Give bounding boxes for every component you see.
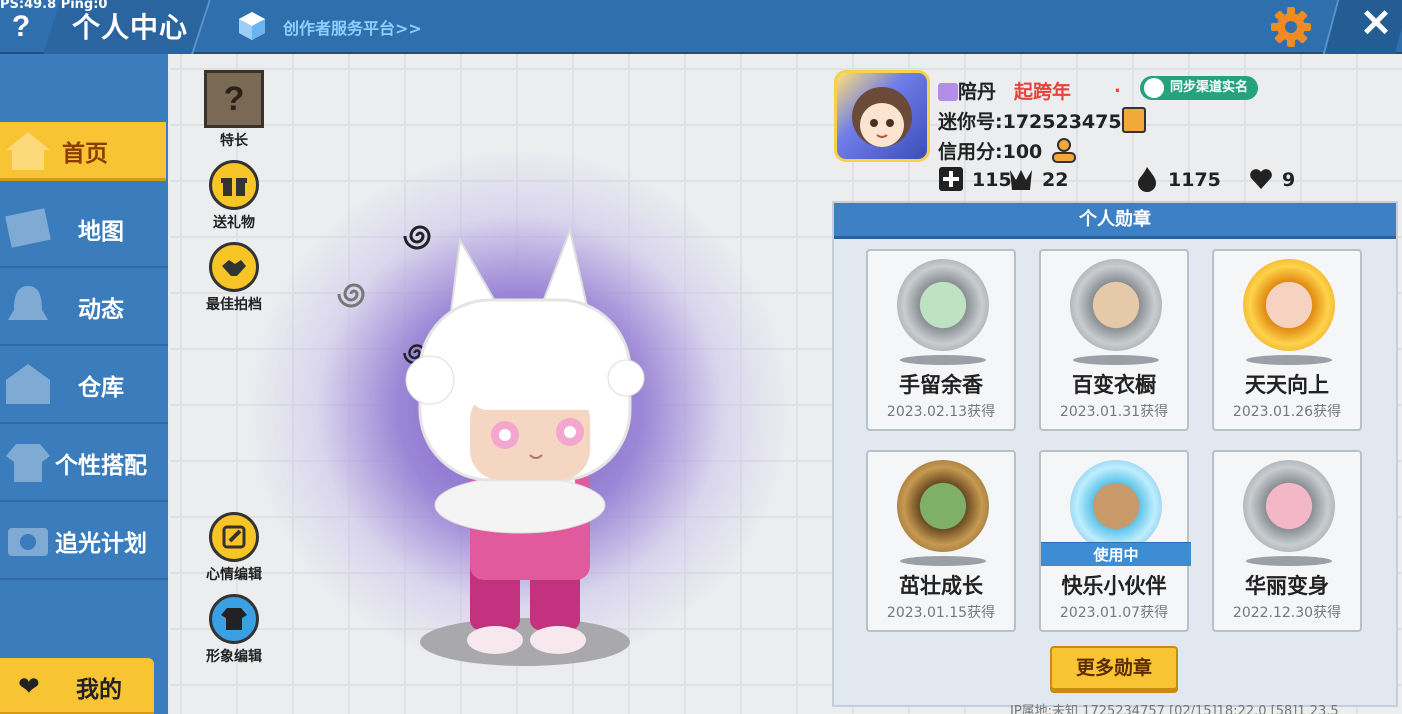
pencil-icon: [209, 512, 259, 562]
medal-date: 2022.12.30获得: [1232, 605, 1342, 621]
sidebar-item-label: 动态: [78, 297, 124, 323]
medal-stand: [900, 355, 986, 365]
name-dot: .: [1114, 76, 1121, 97]
heart-icon: ❤: [18, 672, 40, 702]
medal-icon: [1243, 460, 1335, 552]
sidebar-item-label: 仓库: [78, 375, 124, 401]
stat-plus: 115: [938, 166, 1012, 192]
vip-crown-icon: [938, 83, 958, 101]
page-title: 个人中心: [72, 11, 189, 44]
mini-id: 迷你号:1725234757: [938, 111, 1135, 133]
medal-date: 2023.01.31获得: [1059, 404, 1169, 420]
medal-stand: [1073, 355, 1159, 365]
talent-button[interactable]: ? 特长: [194, 70, 274, 150]
medal-icon: [1243, 259, 1335, 351]
sidebar-item-warehouse[interactable]: 仓库: [0, 346, 168, 424]
vip-tag: 起跨年: [1014, 81, 1072, 103]
image-edit-label: 形象编辑: [206, 649, 262, 665]
creator-platform-link[interactable]: 创作者服务平台>>: [283, 15, 422, 39]
sidebar-item-label: 个性搭配: [55, 453, 147, 479]
medal-stand: [1246, 355, 1332, 365]
mine-button[interactable]: ❤ 我的: [0, 658, 154, 714]
handshake-icon: [209, 242, 259, 292]
more-medals-button[interactable]: 更多勋章: [1050, 646, 1178, 690]
medal-name: 天天向上: [1245, 373, 1329, 397]
avatar[interactable]: [834, 70, 930, 162]
gift-button[interactable]: 送礼物: [194, 160, 274, 232]
mood-edit-label: 心情编辑: [206, 567, 262, 583]
gift-icon: [209, 160, 259, 210]
question-block-icon: ?: [204, 70, 264, 128]
medal-name: 华丽变身: [1245, 574, 1329, 598]
mood-edit-button[interactable]: 心情编辑: [194, 512, 274, 584]
swirl-icon: [337, 283, 365, 308]
medal-icon: [897, 460, 989, 552]
shirt-icon: [209, 594, 259, 644]
sidebar-item-home[interactable]: 首页: [0, 122, 166, 178]
sidebar-item-spotlight[interactable]: 追光计划: [0, 502, 168, 580]
medal-stand: [900, 556, 986, 566]
medal-icon: [897, 259, 989, 351]
close-icon[interactable]: ✕: [1356, 4, 1396, 44]
player-name-text: 陪丹: [958, 81, 997, 103]
stat-plus-value: 115: [972, 169, 1012, 191]
medal-date: 2023.01.15获得: [886, 605, 996, 621]
sync-realname-label: 同步渠道实名: [1170, 80, 1249, 95]
person-icon[interactable]: [1050, 136, 1078, 164]
in-use-badge: 使用中: [1041, 542, 1191, 566]
medal-icon: [1070, 460, 1162, 552]
medal-card[interactable]: 茁壮成长 2023.01.15获得: [866, 450, 1016, 632]
sidebar-item-label: 首页: [62, 141, 108, 167]
heart-icon: [1250, 169, 1272, 189]
medal-date: 2023.01.26获得: [1232, 404, 1342, 420]
medal-date: 2023.01.07获得: [1059, 605, 1169, 621]
plus-box-icon: [939, 167, 963, 191]
copy-icon[interactable]: [1122, 107, 1146, 133]
talent-label: 特长: [220, 133, 248, 149]
mine-label: 我的: [76, 677, 122, 703]
sync-realname-button[interactable]: 同步渠道实名: [1140, 76, 1259, 100]
gear-icon[interactable]: [1270, 6, 1312, 48]
medal-panel-title: 个人勋章: [834, 203, 1396, 239]
medal-card[interactable]: 百变衣橱 2023.01.31获得: [1039, 249, 1189, 431]
stat-likes-value: 9: [1282, 169, 1296, 191]
stat-fire-value: 1175: [1168, 169, 1221, 191]
medal-card[interactable]: 天天向上 2023.01.26获得: [1212, 249, 1362, 431]
image-edit-button[interactable]: 形象编辑: [194, 594, 274, 666]
top-bar: ? PS:49.8 Ping:0 个人中心 创作者服务平台>> ✕: [0, 0, 1402, 54]
fire-icon: [1138, 167, 1156, 192]
sidebar-item-map[interactable]: 地图: [0, 190, 168, 268]
stat-likes: 9: [1248, 166, 1295, 192]
medal-card[interactable]: 华丽变身 2022.12.30获得: [1212, 450, 1362, 632]
medal-name: 手留余香: [899, 373, 983, 397]
best-partner-button[interactable]: 最佳拍档: [194, 242, 274, 314]
player-name: 陪丹 起跨年: [938, 77, 1071, 104]
gift-label: 送礼物: [213, 215, 255, 231]
stat-fans: 22: [1008, 166, 1068, 192]
medal-name: 快乐小伙伴: [1061, 574, 1167, 598]
medal-date: 2023.02.13获得: [886, 404, 996, 420]
sidebar-item-feed[interactable]: 动态: [0, 268, 168, 346]
medal-name: 百变衣橱: [1072, 373, 1156, 397]
sidebar-item-outfit[interactable]: 个性搭配: [0, 424, 168, 502]
sidebar-item-label: 地图: [78, 219, 124, 245]
medal-name: 茁壮成长: [899, 574, 983, 598]
sidebar-item-label: 追光计划: [55, 531, 147, 557]
medal-card[interactable]: 手留余香 2023.02.13获得: [866, 249, 1016, 431]
footer-info: IP属地:未知 1725234757 [02/15]18:22.0 [58]1 …: [1010, 704, 1339, 714]
stat-fans-value: 22: [1042, 169, 1069, 191]
medal-stand: [1246, 556, 1332, 566]
avatar-character[interactable]: [390, 220, 650, 670]
credit-score: 信用分:100: [938, 141, 1043, 163]
medal-icon: [1070, 259, 1162, 351]
stat-fire: 1175: [1134, 166, 1221, 192]
medal-card[interactable]: 使用中 快乐小伙伴 2023.01.07获得: [1039, 450, 1191, 632]
user-check-icon: [1144, 78, 1164, 98]
best-partner-label: 最佳拍档: [206, 297, 262, 313]
cube-icon[interactable]: [236, 10, 268, 42]
fans-icon: [1010, 170, 1032, 190]
help-icon[interactable]: ?: [8, 8, 34, 46]
